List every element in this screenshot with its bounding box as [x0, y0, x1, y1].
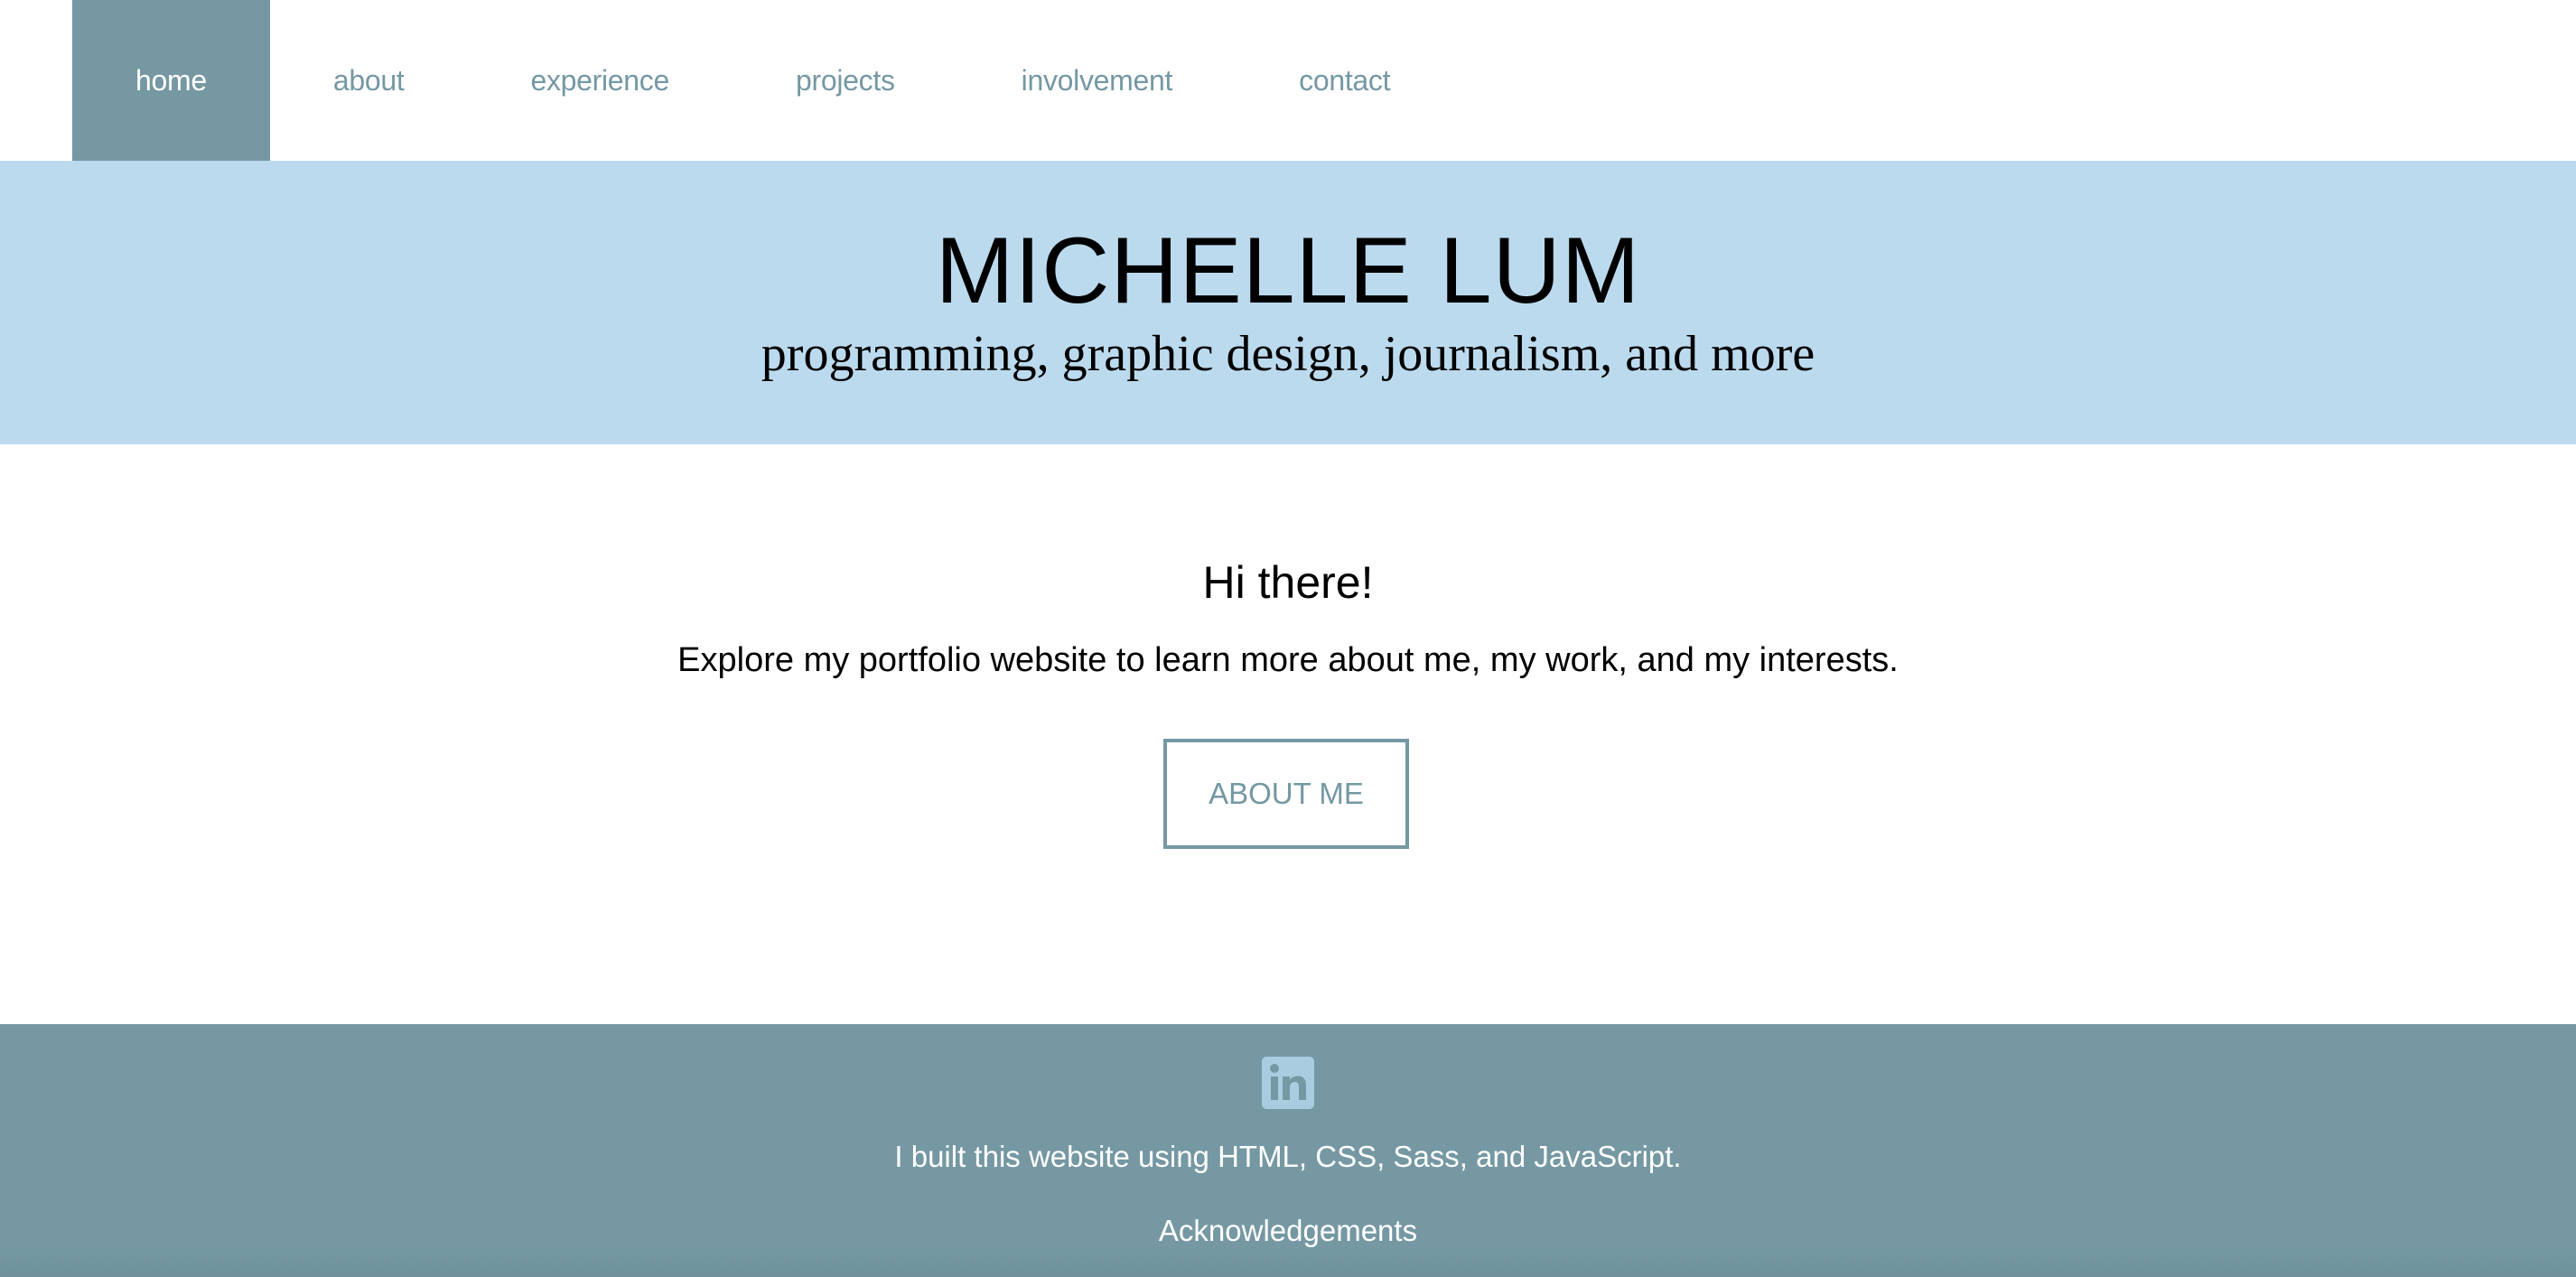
- nav-item-involvement[interactable]: involvement: [958, 0, 1236, 161]
- greeting-heading: Hi there!: [1202, 557, 1374, 608]
- nav-item-contact[interactable]: contact: [1236, 0, 1453, 161]
- nav-item-involvement-label: involvement: [1021, 63, 1173, 97]
- nav-item-experience-label: experience: [530, 63, 670, 97]
- acknowledgements-link[interactable]: Acknowledgements: [0, 1216, 2576, 1245]
- site-title: MICHELLE LUM: [935, 219, 1641, 323]
- hero-banner: MICHELLE LUM programming, graphic design…: [0, 161, 2576, 444]
- nav-item-home[interactable]: home: [72, 0, 270, 161]
- built-with-text: I built this website using HTML, CSS, Sa…: [894, 1140, 1682, 1173]
- nav-item-about[interactable]: about: [270, 0, 468, 161]
- nav-item-home-label: home: [135, 63, 207, 97]
- nav-item-projects[interactable]: projects: [733, 0, 958, 161]
- top-navigation: home about experience projects involveme…: [0, 0, 2576, 161]
- nav-item-projects-label: projects: [796, 63, 895, 97]
- nav-item-contact-label: contact: [1299, 63, 1391, 97]
- footer: I built this website using HTML, CSS, Sa…: [0, 1024, 2576, 1277]
- about-me-button[interactable]: ABOUT ME: [1163, 739, 1409, 849]
- site-subtitle: programming, graphic design, journalism,…: [761, 326, 1815, 382]
- linkedin-glyph: [1270, 1064, 1306, 1100]
- intro-text: Explore my portfolio website to learn mo…: [677, 641, 1899, 679]
- nav-list: home about experience projects involveme…: [72, 0, 1453, 161]
- nav-item-about-label: about: [332, 63, 405, 97]
- nav-item-experience[interactable]: experience: [467, 0, 733, 161]
- main-content: Hi there! Explore my portfolio website t…: [0, 444, 2576, 1024]
- linkedin-icon[interactable]: [1262, 1057, 1314, 1109]
